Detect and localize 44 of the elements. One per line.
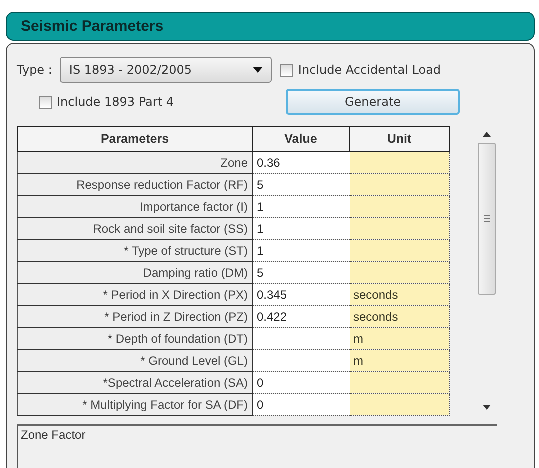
parameter-cell: * Multiplying Factor for SA (DF) (18, 394, 252, 416)
unit-cell: seconds (350, 284, 450, 306)
column-header: Value (252, 126, 350, 152)
column-header: Parameters (18, 126, 252, 152)
checkbox[interactable] (39, 96, 52, 108)
generate-button[interactable]: Generate (286, 89, 460, 115)
parameter-cell: Rock and soil site factor (SS) (18, 218, 252, 240)
parameter-cell: * Period in Z Direction (PZ) (18, 306, 252, 328)
description-box: Zone Factor (17, 424, 497, 468)
parameter-cell: * Period in X Direction (PX) (18, 284, 252, 306)
unit-cell: m (350, 328, 450, 350)
parameter-cell: Zone (18, 152, 252, 174)
value-cell[interactable] (252, 350, 350, 372)
scroll-down-icon[interactable] (483, 405, 491, 410)
unit-cell: m (350, 350, 450, 372)
value-cell[interactable]: 0.345 (252, 284, 350, 306)
scrollbar-thumb[interactable] (478, 143, 496, 295)
panel-title: Seismic Parameters (6, 12, 535, 41)
value-cell[interactable]: 0 (252, 394, 350, 416)
scroll-up-icon[interactable] (483, 132, 491, 137)
caret-icon (253, 67, 264, 73)
parameter-cell: Importance factor (I) (18, 196, 252, 218)
parameter-cell: * Depth of foundation (DT) (18, 328, 252, 350)
value-cell[interactable]: 1 (252, 240, 350, 262)
value-cell[interactable]: 0.36 (252, 152, 350, 174)
value-cell[interactable]: 0.422 (252, 306, 350, 328)
parameter-cell: * Ground Level (GL) (18, 350, 252, 372)
unit-cell: seconds (350, 306, 450, 328)
parameter-cell: Response reduction Factor (RF) (18, 174, 252, 196)
column-header: Unit (350, 126, 450, 152)
parameter-cell: *Spectral Acceleration (SA) (18, 372, 252, 394)
checkbox[interactable] (280, 64, 294, 76)
value-cell[interactable]: 1 (252, 218, 350, 240)
value-cell[interactable]: 1 (252, 196, 350, 218)
checkbox-label[interactable]: Include Accidental Load (298, 63, 442, 77)
parameter-cell: * Type of structure (ST) (18, 240, 252, 262)
value-cell[interactable] (252, 328, 350, 350)
value-cell[interactable]: 5 (252, 262, 350, 284)
value-cell[interactable]: 5 (252, 174, 350, 196)
type-dropdown[interactable]: IS 1893 - 2002/2005 (60, 57, 272, 83)
parameter-cell: Damping ratio (DM) (18, 262, 252, 284)
type-label: Type : (17, 63, 52, 77)
value-cell[interactable]: 0 (252, 372, 350, 394)
checkbox-label[interactable]: Include 1893 Part 4 (57, 95, 174, 109)
